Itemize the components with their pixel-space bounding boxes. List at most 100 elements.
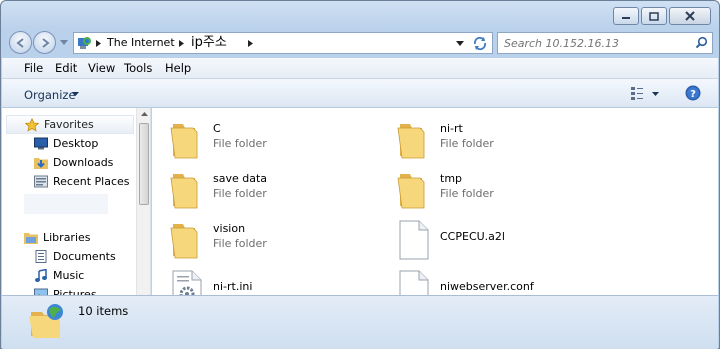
file-item[interactable]: niwebserver.conf <box>393 268 593 295</box>
nav-item-label: Pictures <box>53 288 97 295</box>
nav-item-documents[interactable]: Documents <box>2 247 132 266</box>
file-name: niwebserver.conf <box>440 280 534 293</box>
recent-pages-chevron-icon[interactable] <box>60 40 68 46</box>
forward-arrow-icon <box>41 37 50 48</box>
maximize-button[interactable] <box>641 7 667 25</box>
network-folder-icon <box>29 304 63 338</box>
navigation-pane: Favorites Desktop Downloads Recent Place… <box>2 108 151 295</box>
svg-text:?: ? <box>690 89 696 100</box>
breadcrumb-separator-icon[interactable] <box>179 40 184 47</box>
back-button[interactable] <box>9 31 32 54</box>
breadcrumb-current-folder[interactable]: ip주소 <box>191 33 227 53</box>
scroll-up-icon[interactable] <box>141 112 148 116</box>
file-name: C <box>213 122 221 135</box>
minimize-icon <box>622 17 630 19</box>
folder-icon <box>397 124 425 159</box>
scroll-thumb[interactable] <box>139 123 149 205</box>
file-name: ni-rt <box>440 122 463 135</box>
nav-favorites-header[interactable]: Favorites <box>6 115 134 134</box>
menu-help[interactable]: Help <box>165 61 191 75</box>
close-icon <box>685 11 695 21</box>
file-item[interactable]: save data File folder <box>166 168 366 212</box>
file-type: File folder <box>440 137 494 150</box>
breadcrumb-separator-icon[interactable] <box>248 40 253 47</box>
settings-file-icon <box>172 270 202 295</box>
nav-item-label: Downloads <box>53 156 114 169</box>
nav-empty-slot <box>24 194 108 214</box>
item-count: 10 items <box>78 304 129 318</box>
help-icon[interactable]: ? <box>685 85 701 101</box>
file-item[interactable]: tmp File folder <box>393 168 593 212</box>
search-box <box>497 32 713 54</box>
forward-button[interactable] <box>33 31 56 54</box>
file-item[interactable]: ni-rt File folder <box>393 118 593 162</box>
minimize-button[interactable] <box>613 7 639 25</box>
explorer-window: The Internet ip주소 File Edit View Tools H… <box>0 0 720 349</box>
organize-dropdown-icon <box>72 92 79 96</box>
nav-item-label: Music <box>53 269 85 282</box>
address-bar[interactable]: The Internet ip주소 <box>73 32 493 54</box>
music-icon <box>35 269 47 282</box>
file-icon <box>399 220 429 260</box>
address-dropdown-icon[interactable] <box>456 41 464 46</box>
organize-button[interactable]: Organize <box>18 81 86 105</box>
file-item[interactable]: ni-rt.ini <box>166 268 366 295</box>
internet-globe-icon <box>78 37 91 49</box>
favorites-label: Favorites <box>44 118 94 131</box>
search-input[interactable] <box>498 33 688 53</box>
file-name: ni-rt.ini <box>213 280 253 293</box>
file-type: File folder <box>213 237 267 250</box>
desktop-icon <box>34 137 48 150</box>
file-name: CCPECU.a2l <box>440 230 505 243</box>
file-item[interactable]: vision File folder <box>166 218 366 262</box>
nav-scrollbar[interactable] <box>136 108 150 295</box>
breadcrumb-the-internet[interactable]: The Internet <box>107 33 175 53</box>
nav-libraries-header[interactable]: Libraries <box>2 228 132 247</box>
favorites-star-icon <box>25 118 39 132</box>
close-button[interactable] <box>669 7 711 25</box>
maximize-icon <box>649 11 659 21</box>
view-details-icon <box>631 87 643 100</box>
file-name: vision <box>213 222 246 235</box>
file-type: File folder <box>213 187 267 200</box>
view-dropdown-icon <box>652 92 659 96</box>
nav-buttons <box>9 31 71 55</box>
nav-item-desktop[interactable]: Desktop <box>2 134 132 153</box>
nav-item-pictures[interactable]: Pictures <box>2 285 132 295</box>
libraries-icon <box>24 233 38 244</box>
command-bar: Organize ? <box>2 79 718 108</box>
title-bar <box>1 1 719 29</box>
recent-places-icon <box>34 175 48 188</box>
file-list: C File folder ni-rt File folder save dat… <box>152 108 718 295</box>
file-icon <box>399 270 429 295</box>
menu-edit[interactable]: Edit <box>55 61 77 75</box>
refresh-icon[interactable] <box>472 35 488 51</box>
file-item[interactable]: C File folder <box>166 118 366 162</box>
nav-item-music[interactable]: Music <box>2 266 132 285</box>
back-arrow-icon <box>15 37 24 48</box>
nav-item-label: Documents <box>53 250 116 263</box>
documents-icon <box>35 250 47 263</box>
view-options-button[interactable] <box>626 83 662 103</box>
menu-bar: File Edit View Tools Help <box>2 58 718 79</box>
file-item[interactable]: CCPECU.a2l <box>393 218 593 262</box>
menu-file[interactable]: File <box>24 61 43 75</box>
pictures-icon <box>34 288 48 295</box>
file-type: File folder <box>440 187 494 200</box>
window-controls <box>613 7 711 25</box>
folder-icon <box>170 224 198 259</box>
folder-icon <box>170 174 198 209</box>
menu-view[interactable]: View <box>88 61 115 75</box>
menu-tools[interactable]: Tools <box>124 61 152 75</box>
file-name: save data <box>213 172 268 185</box>
nav-item-downloads[interactable]: Downloads <box>2 153 132 172</box>
file-name: tmp <box>440 172 463 185</box>
status-bar: 10 items <box>2 295 718 349</box>
search-icon[interactable] <box>695 36 708 49</box>
nav-item-recent-places[interactable]: Recent Places <box>2 172 132 191</box>
libraries-label: Libraries <box>43 231 91 244</box>
nav-item-label: Desktop <box>53 137 99 150</box>
nav-item-label: Recent Places <box>53 175 130 188</box>
downloads-icon <box>34 158 48 169</box>
breadcrumb-separator-icon[interactable] <box>96 40 101 47</box>
